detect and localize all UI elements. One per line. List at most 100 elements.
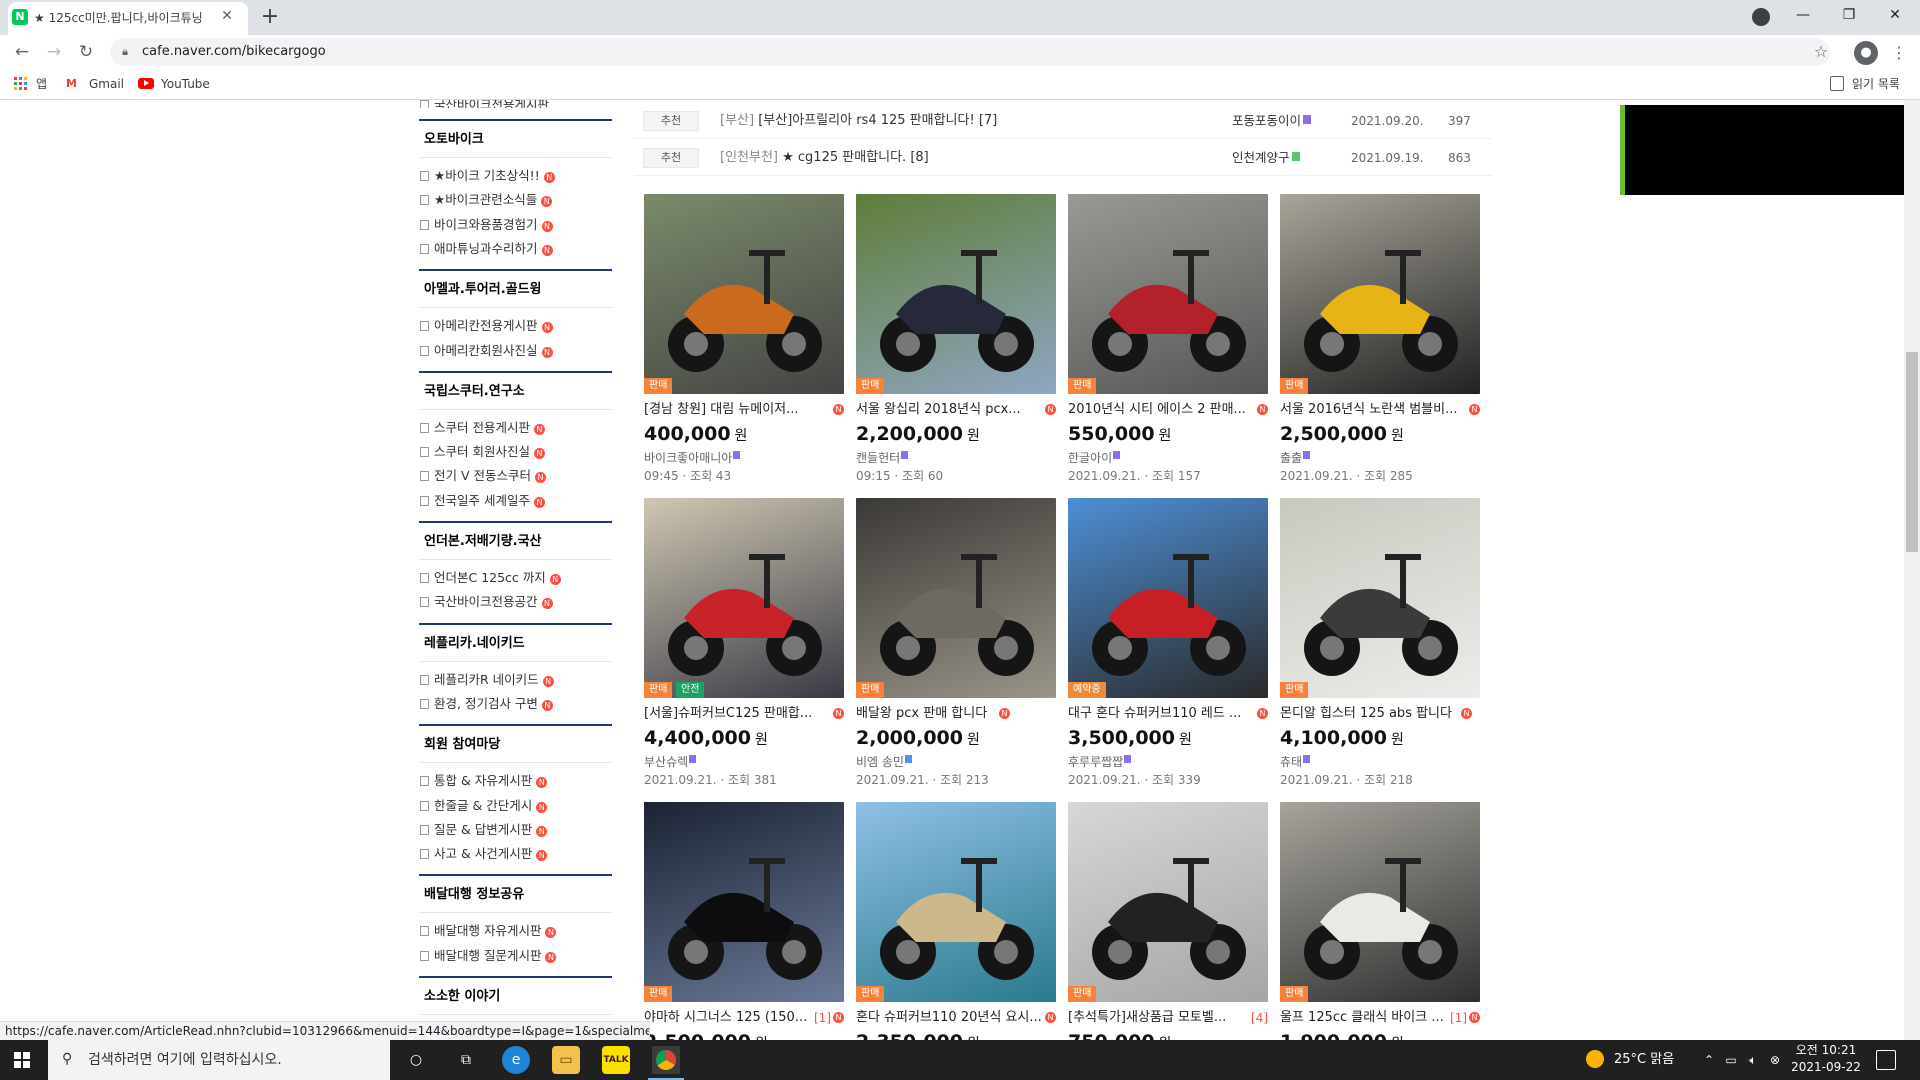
product-card[interactable]: 예약중 대구 혼다 슈퍼커브110 레드 ... N 3,500,000 원 후루루짭짭 2… <box>1068 498 1278 788</box>
weather-sun-icon[interactable] <box>1586 1050 1604 1068</box>
lock-icon[interactable]: 🔒︎ <box>118 43 132 61</box>
file-explorer-icon[interactable]: ▭ <box>552 1046 580 1074</box>
sidebar-item[interactable]: 통합 & 자유게시판 N <box>420 772 620 790</box>
cortana-icon[interactable]: ○ <box>402 1046 430 1074</box>
product-card[interactable]: 판매 서울 2016년식 노란색 범블비... N 2,500,000 원 출출 2021.… <box>1280 194 1490 484</box>
more-menu-icon[interactable]: ⋮ <box>1890 41 1908 65</box>
sidebar-item[interactable]: 질문 & 답변게시판 N <box>420 821 620 839</box>
profile-avatar-icon[interactable]: ● <box>1854 41 1878 65</box>
url-text[interactable]: cafe.naver.com/bikecargogo <box>142 44 942 62</box>
product-title[interactable]: 서울 2016년식 노란색 범블비... <box>1280 400 1484 420</box>
product-card[interactable]: 판매울프 125cc 클래식 바이크 ...[1]N1,900,000원 <box>1280 802 1490 1080</box>
sidebar-item[interactable]: 애마튜닝과수리하기 N <box>420 240 620 258</box>
product-title[interactable]: 2010년식 시티 에이스 2 판매... <box>1068 400 1272 420</box>
product-card[interactable]: 판매[추석특가]새상품급 모토벨...[4]750,000원 <box>1068 802 1278 1080</box>
scrollbar-thumb[interactable] <box>1906 352 1918 552</box>
sidebar-item-partial[interactable]: 국산바이크전용게시판 <box>420 100 620 108</box>
seller-name[interactable]: 비엠 송민 <box>856 754 912 771</box>
product-title[interactable]: 혼다 슈퍼커브110 20년식 요시... <box>856 1008 1060 1028</box>
side-banner[interactable] <box>1620 105 1920 195</box>
forward-icon[interactable]: → <box>41 40 67 64</box>
new-tab-icon[interactable]: + <box>258 6 282 30</box>
page-scrollbar[interactable] <box>1904 100 1920 1040</box>
product-title[interactable]: 배달왕 pcx 판매 합니다 <box>856 704 1060 724</box>
sidebar-item[interactable]: 한줄글 & 간단게시 N <box>420 797 620 815</box>
volume-icon[interactable]: 🔈︎ <box>1744 1050 1762 1070</box>
reload-icon[interactable]: ↻ <box>73 40 99 64</box>
product-photo[interactable]: 판매 <box>856 802 1056 1002</box>
sidebar-item[interactable]: 스쿠터 전용게시판 N <box>420 419 620 437</box>
sidebar-item[interactable]: 아메리칸전용게시판 N <box>420 317 620 335</box>
reading-list-label[interactable]: 읽기 목록 <box>1852 75 1900 93</box>
product-title[interactable]: 대구 혼다 슈퍼커브110 레드 ... <box>1068 704 1272 724</box>
board-row-title[interactable]: [인천부천] ★ cg125 판매합니다. [8] <box>720 148 929 168</box>
bookmark-apps[interactable]: 앱 <box>36 75 47 93</box>
sidebar-item[interactable]: 환경, 정기검사 구변 N <box>420 695 620 713</box>
product-photo[interactable]: 판매 <box>1068 802 1268 1002</box>
tab-title[interactable]: ★ 125cc미만.팝니다,바이크튜닝 <box>34 9 214 27</box>
taskbar-clock[interactable]: 오전 10:21 2021-09-22 <box>1786 1042 1866 1078</box>
seller-name[interactable]: 한글아이 <box>1068 450 1121 467</box>
apps-grid-icon[interactable] <box>14 77 28 91</box>
sidebar-item[interactable]: 배달대행 질문게시판 N <box>420 947 620 965</box>
sidebar-item[interactable]: 아메리칸회원사진실 N <box>420 342 620 360</box>
edge-icon[interactable]: e <box>502 1046 530 1074</box>
sidebar-item[interactable]: 전기 V 전동스쿠터 N <box>420 467 620 485</box>
product-title[interactable]: [추석특가]새상품급 모토벨... <box>1068 1008 1272 1028</box>
product-photo[interactable]: 판매 <box>644 802 844 1002</box>
restore-icon[interactable]: ❐ <box>1826 0 1872 32</box>
show-hidden-icons-icon[interactable]: ⌃ <box>1700 1050 1718 1070</box>
product-photo[interactable]: 판매 안전 <box>644 498 844 698</box>
reading-list-icon[interactable] <box>1830 76 1844 91</box>
product-photo[interactable]: 판매 <box>1280 194 1480 394</box>
seller-name[interactable]: 부산슈렉 <box>644 754 697 771</box>
product-card[interactable]: 판매혼다 슈퍼커브110 20년식 요시...N2,350,000원 <box>856 802 1066 1080</box>
product-photo[interactable]: 판매 <box>856 498 1056 698</box>
chrome-icon[interactable] <box>652 1046 680 1074</box>
sidebar-item[interactable]: 전국일주 세계일주 N <box>420 492 620 510</box>
sidebar-item[interactable]: 레플리카R 네이키드 N <box>420 671 620 689</box>
author-name[interactable]: 포동포동이이 <box>1232 111 1312 131</box>
sidebar-item[interactable]: 배달대행 자유게시판 N <box>420 922 620 940</box>
product-title[interactable]: [서울]슈퍼커브C125 판매합... <box>644 704 848 724</box>
windows-start-icon[interactable] <box>14 1052 30 1068</box>
product-card[interactable]: 판매 [경남 창원] 대림 뉴메이저... N 400,000 원 바이크좋아매니아 09:… <box>644 194 854 484</box>
close-tab-icon[interactable]: ✕ <box>219 8 235 24</box>
sidebar-item[interactable]: 국산바이크전용공간 N <box>420 593 620 611</box>
close-window-icon[interactable]: ✕ <box>1872 0 1918 32</box>
product-card[interactable]: 판매 2010년식 시티 에이스 2 판매... N 550,000 원 한글아이 2021… <box>1068 194 1278 484</box>
product-photo[interactable]: 판매 <box>1280 802 1480 1002</box>
product-title[interactable]: 몬디알 힙스터 125 abs 팝니다 <box>1280 704 1484 724</box>
network-icon[interactable]: ▭ <box>1722 1050 1740 1070</box>
product-photo[interactable]: 예약중 <box>1068 498 1268 698</box>
product-card[interactable]: 판매야마하 시그너스 125 (150...[1]N2,500,000원 <box>644 802 854 1080</box>
weather-text[interactable]: 25°C 맑음 <box>1614 1050 1704 1070</box>
product-card[interactable]: 판매 안전 [서울]슈퍼커브C125 판매합... N 4,400,000 원 부산슈렉 20… <box>644 498 854 788</box>
taskbar-search-placeholder[interactable]: 검색하려면 여기에 입력하십시오. <box>88 1050 388 1070</box>
bookmark-youtube[interactable]: YouTube <box>161 75 210 93</box>
product-photo[interactable]: 판매 <box>1068 194 1268 394</box>
product-photo[interactable]: 판매 <box>1280 498 1480 698</box>
kakaotalk-icon[interactable]: TALK <box>602 1046 630 1074</box>
sidebar-item[interactable]: ★바이크 기초상식!! N <box>420 167 620 185</box>
product-title[interactable]: [경남 창원] 대림 뉴메이저... <box>644 400 848 420</box>
product-card[interactable]: 판매 몬디알 힙스터 125 abs 팝니다 N 4,100,000 원 츄태 2021.0… <box>1280 498 1490 788</box>
notification-center-icon[interactable] <box>1876 1050 1896 1070</box>
seller-name[interactable]: 캔들헌터 <box>856 450 909 467</box>
product-card[interactable]: 판매 배달왕 pcx 판매 합니다 N 2,000,000 원 비엠 송민 2021.09.… <box>856 498 1066 788</box>
seller-name[interactable]: 츄태 <box>1280 754 1311 771</box>
sidebar-item[interactable]: 스쿠터 회원사진실 N <box>420 443 620 461</box>
seller-name[interactable]: 후루루짭짭 <box>1068 754 1132 771</box>
tab-search-icon[interactable] <box>1752 8 1770 26</box>
ime-icon[interactable]: ⊗ <box>1766 1050 1784 1070</box>
bookmark-gmail[interactable]: Gmail <box>89 75 124 93</box>
product-card[interactable]: 판매 서울 왕십리 2018년식 pcx... N 2,200,000 원 캔들헌터 09:… <box>856 194 1066 484</box>
task-view-icon[interactable]: ⧉ <box>452 1046 480 1074</box>
product-title[interactable]: 서울 왕십리 2018년식 pcx... <box>856 400 1060 420</box>
minimize-icon[interactable]: — <box>1780 0 1826 32</box>
author-name[interactable]: 인천계양구 <box>1232 148 1300 168</box>
board-row-title[interactable]: [부산] [부산] [부산]아프릴리아 rs4 125 판매합니다! [7] <box>720 111 997 131</box>
sidebar-item[interactable]: 언더본C 125cc 까지 N <box>420 569 620 587</box>
bookmark-star-icon[interactable]: ☆ <box>1810 41 1832 63</box>
product-photo[interactable]: 판매 <box>644 194 844 394</box>
